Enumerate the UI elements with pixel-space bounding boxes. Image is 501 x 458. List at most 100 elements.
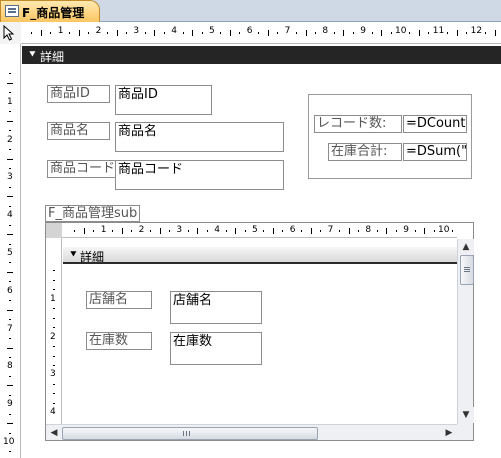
ruler-tick	[168, 230, 170, 232]
scroll-up-icon[interactable]: ▲	[458, 239, 474, 255]
ruler-number: 1	[7, 96, 13, 107]
scroll-right-icon[interactable]: ▶	[441, 425, 457, 441]
record-count-field[interactable]: =DCount(	[403, 115, 467, 133]
subform-selector[interactable]	[46, 223, 62, 238]
ruler-tick	[7, 120, 13, 122]
ruler-tick	[9, 338, 11, 340]
ruler-tick	[9, 149, 11, 151]
ruler-number: 3	[50, 369, 56, 380]
horizontal-ruler[interactable]: 1 2 3 4 5 6 7 8 9 10 11 12	[21, 22, 501, 44]
scroll-grip	[183, 431, 184, 436]
ruler-tick	[182, 32, 184, 34]
scroll-grip	[186, 431, 187, 436]
ruler-number: 9	[7, 399, 13, 410]
ruler-tick	[381, 30, 383, 36]
ruler-tick	[93, 230, 95, 232]
ruler-number: 5	[209, 26, 215, 36]
ruler-number: 1	[50, 293, 56, 304]
ruler-number: 3	[7, 172, 13, 183]
form-tab-title: F_商品管理	[22, 6, 85, 20]
detail-section-label: 詳細	[40, 50, 65, 64]
stock-total-label[interactable]: 在庫合計:	[328, 143, 402, 161]
ruler-tick	[7, 271, 13, 273]
ruler-tick	[9, 73, 11, 75]
subform-horizontal-ruler[interactable]: 1 2 3 4 5 6 7 8 9 10	[62, 223, 457, 238]
ruler-tick	[192, 30, 194, 36]
scroll-left-icon[interactable]: ◀	[46, 425, 62, 441]
product-name-label[interactable]: 商品名	[47, 122, 110, 140]
ruler-number: 7	[284, 26, 291, 36]
scroll-down-icon[interactable]: ▼	[458, 407, 474, 423]
product-code-label[interactable]: 商品コード	[47, 160, 116, 178]
ruler-tick	[452, 230, 454, 232]
ruler-tick	[390, 32, 392, 34]
ruler-tick	[9, 224, 11, 226]
ruler-tick	[116, 30, 118, 36]
ruler-tick	[125, 32, 127, 34]
product-code-field[interactable]: 商品コード	[115, 160, 284, 190]
horizontal-scroll-thumb[interactable]	[62, 427, 318, 440]
record-count-label[interactable]: レコード数:	[314, 115, 402, 133]
ruler-tick	[296, 32, 298, 34]
ruler-tick	[485, 32, 487, 34]
ruler-tick	[7, 234, 13, 236]
subform-label[interactable]: F_商品管理sub	[45, 205, 141, 222]
ruler-tick	[409, 32, 411, 34]
ruler-tick	[154, 30, 156, 36]
ruler-tick	[159, 228, 161, 234]
ruler-number: 8	[7, 361, 13, 372]
product-id-field[interactable]: 商品ID	[115, 85, 212, 115]
subform-detail-section-bar[interactable]: ⯆ 詳細	[63, 247, 457, 264]
ruler-tick	[9, 167, 11, 169]
ruler-tick	[229, 30, 231, 36]
ruler-tick	[235, 228, 237, 234]
product-id-label[interactable]: 商品ID	[47, 85, 110, 103]
ruler-tick	[466, 32, 468, 34]
ruler-tick	[244, 230, 246, 232]
ruler-tick	[53, 317, 55, 319]
subform-vertical-scrollbar[interactable]: ▲ ▼	[457, 239, 474, 424]
ruler-tick	[7, 423, 13, 425]
ruler-tick	[9, 281, 11, 283]
ruler-number: 10	[395, 26, 407, 36]
form-tab[interactable]: F_商品管理	[0, 0, 100, 22]
ruler-number: 4	[214, 225, 220, 235]
ruler-tick	[333, 32, 335, 34]
ruler-tick	[53, 402, 55, 404]
ruler-tick	[150, 230, 152, 232]
cursor-arrow-icon	[3, 25, 15, 41]
ruler-number: 8	[365, 225, 372, 235]
ruler-tick	[9, 300, 11, 302]
ruler-tick	[9, 413, 11, 415]
ruler-tick	[352, 32, 354, 34]
ruler-number: 2	[7, 134, 13, 145]
stock-count-field[interactable]: 在庫数	[170, 332, 262, 365]
stock-count-label[interactable]: 在庫数	[86, 332, 152, 350]
section-collapse-icon: ⯆	[28, 48, 37, 61]
ruler-number: 2	[95, 26, 102, 36]
ruler-tick	[9, 92, 11, 94]
vertical-ruler[interactable]: 1 2 3 4 5 6 7 8 9 10	[0, 44, 21, 458]
subform-vertical-ruler[interactable]: 1 2 3 4	[46, 238, 62, 424]
ruler-tick	[9, 130, 11, 132]
ruler-tick	[310, 228, 312, 234]
ruler-number: 1	[100, 225, 107, 235]
product-name-field[interactable]: 商品名	[115, 122, 284, 152]
subform-horizontal-scrollbar[interactable]: ◀ ▶	[46, 424, 473, 440]
ruler-tick	[121, 228, 123, 234]
ruler-tick	[78, 30, 80, 36]
ruler-tick	[163, 32, 165, 34]
stock-total-field[interactable]: =DSum("	[403, 143, 467, 161]
ruler-tick	[386, 228, 388, 234]
ruler-number: 6	[289, 225, 296, 235]
detail-section-bar[interactable]: ⯆ 詳細	[22, 46, 501, 64]
vertical-scroll-thumb[interactable]	[460, 255, 474, 285]
store-name-field[interactable]: 店舗名	[170, 291, 262, 324]
store-name-label[interactable]: 店舗名	[86, 291, 152, 309]
ruler-tick	[428, 32, 430, 34]
ruler-tick	[9, 356, 11, 358]
summary-box[interactable]	[308, 94, 472, 179]
ruler-tick	[74, 230, 76, 232]
ruler-tick	[376, 230, 378, 232]
ruler-tick	[9, 243, 11, 245]
